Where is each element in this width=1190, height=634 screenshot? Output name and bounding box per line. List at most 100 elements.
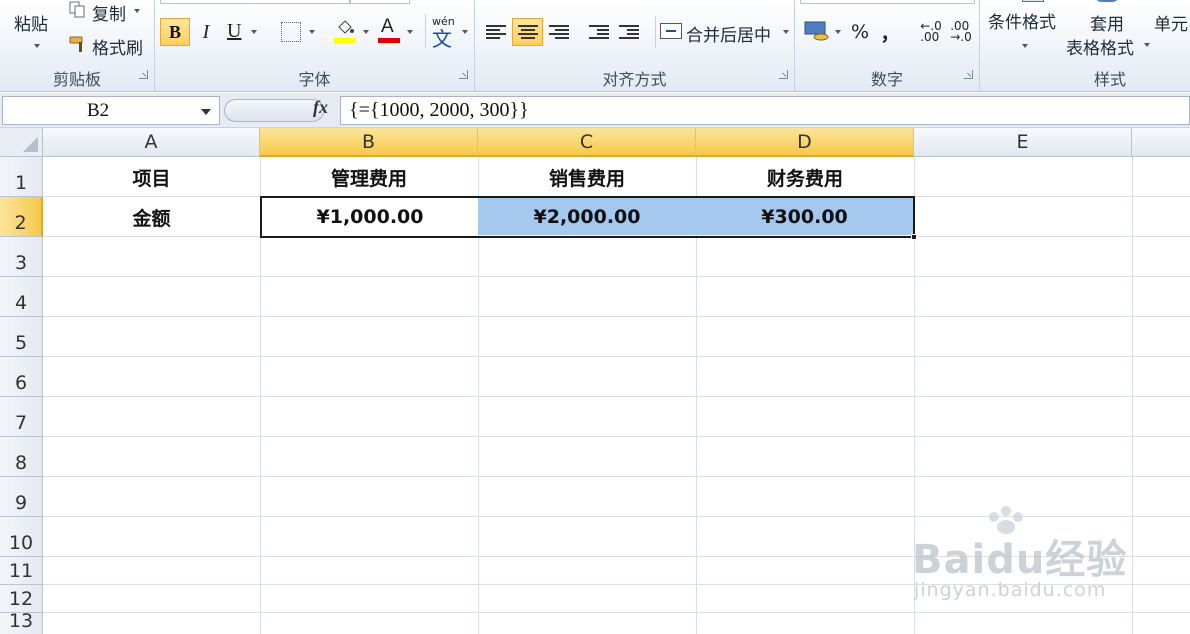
comma-button[interactable]: ，: [877, 18, 903, 46]
conditional-format-button[interactable]: 条件格式: [982, 0, 1066, 60]
alignment-launcher-icon[interactable]: [779, 70, 788, 79]
grid-line: [43, 476, 1190, 477]
copy-label: 复制: [92, 5, 126, 25]
format-as-table-button[interactable]: 套用 表格格式: [1064, 0, 1154, 60]
clipboard-group: 粘贴 复制 格式刷 剪贴板: [0, 0, 155, 92]
increase-decimal-icon: ←.0.00: [920, 19, 942, 44]
row-header-11[interactable]: 11: [0, 557, 43, 585]
styles-group-label: 样式: [1093, 70, 1126, 89]
cell-b1[interactable]: 管理费用: [260, 157, 478, 197]
increase-decimal-button[interactable]: ←.0.00: [917, 18, 945, 46]
row-header-12[interactable]: 12: [0, 585, 43, 613]
formula-input[interactable]: {={1000, 2000, 300}}: [340, 96, 1190, 125]
font-size-box[interactable]: [350, 0, 410, 4]
name-box-dropdown-icon[interactable]: [201, 109, 211, 115]
row-header-1[interactable]: 1: [0, 157, 43, 197]
cell-a1[interactable]: 项目: [43, 157, 260, 197]
font-color-glyph: A: [381, 16, 394, 37]
ribbon: 粘贴 复制 格式刷 剪贴板 B I U A wén 文 字体 合并后居中 对齐方…: [0, 0, 1190, 92]
merge-center-icon: [660, 23, 682, 39]
font-name-box[interactable]: [160, 0, 350, 4]
number-format-box[interactable]: [800, 0, 975, 4]
clipboard-launcher-icon[interactable]: [139, 70, 148, 79]
phonetic-button[interactable]: wén 文: [425, 14, 473, 51]
select-all-corner[interactable]: [0, 128, 43, 157]
alignment-group-label: 对齐方式: [602, 70, 667, 89]
format-as-table-dropdown-icon: [1144, 43, 1150, 47]
format-painter-icon: [68, 34, 88, 54]
column-header-a[interactable]: A: [43, 128, 260, 157]
format-as-table-label-line1: 套用: [1090, 15, 1124, 35]
number-group: % ， ←.0.00 .00 →.0 数字: [795, 0, 980, 92]
cell-a2[interactable]: 金额: [43, 197, 260, 237]
border-button[interactable]: [277, 18, 317, 46]
font-color-button[interactable]: A: [375, 16, 417, 46]
column-header-f[interactable]: [1132, 128, 1190, 157]
name-box[interactable]: B2: [2, 96, 220, 125]
underline-dropdown-icon: [251, 30, 257, 34]
align-right-button[interactable]: [544, 18, 574, 46]
column-header-d[interactable]: D: [696, 128, 914, 157]
row-header-7[interactable]: 7: [0, 397, 43, 437]
formula-bar-resize-handle[interactable]: [224, 99, 324, 122]
format-painter-label: 格式刷: [92, 39, 143, 59]
insert-function-icon[interactable]: fx: [313, 97, 328, 118]
currency-icon: [804, 20, 830, 46]
cell-c1[interactable]: 销售费用: [478, 157, 696, 197]
percent-button[interactable]: %: [847, 18, 873, 46]
merge-center-button[interactable]: 合并后居中: [655, 16, 791, 48]
align-center-button[interactable]: [512, 18, 543, 46]
row-header-8[interactable]: 8: [0, 437, 43, 477]
currency-button[interactable]: [801, 16, 843, 48]
column-header-e[interactable]: E: [914, 128, 1132, 157]
font-color-bar: [378, 38, 400, 43]
row-header-3[interactable]: 3: [0, 237, 43, 277]
format-as-table-icon: [1094, 0, 1120, 2]
font-launcher-icon[interactable]: [459, 70, 468, 79]
conditional-format-dropdown-icon: [1022, 44, 1028, 48]
cell-d1[interactable]: 财务费用: [696, 157, 914, 197]
paste-dropdown-icon: [34, 44, 40, 48]
align-left-icon: [486, 25, 506, 39]
paste-label: 粘贴: [14, 15, 48, 35]
align-left-button[interactable]: [481, 18, 511, 46]
row-header-10[interactable]: 10: [0, 517, 43, 557]
border-dropdown-icon: [309, 30, 315, 34]
grid-line: [43, 276, 1190, 277]
phonetic-char: 文: [432, 27, 452, 51]
bold-button[interactable]: B: [160, 18, 190, 46]
column-header-c[interactable]: C: [478, 128, 696, 157]
decrease-indent-button[interactable]: [585, 18, 613, 46]
fill-handle[interactable]: [911, 234, 917, 240]
number-launcher-icon[interactable]: [964, 70, 973, 79]
conditional-format-label: 条件格式: [988, 13, 1056, 33]
align-right-icon: [549, 25, 569, 39]
copy-icon: [68, 1, 86, 19]
column-header-b[interactable]: B: [260, 128, 478, 157]
row-header-5[interactable]: 5: [0, 317, 43, 357]
underline-button[interactable]: U: [223, 18, 259, 46]
currency-dropdown-icon: [835, 30, 841, 34]
format-as-table-label-line2: 表格格式: [1066, 39, 1134, 59]
decrease-decimal-button[interactable]: .00 →.0: [947, 18, 975, 46]
increase-indent-icon: [619, 25, 639, 39]
row-header-13[interactable]: 13: [0, 610, 43, 634]
cell-styles-button[interactable]: 单元: [1152, 0, 1190, 60]
phonetic-dropdown-icon: [462, 30, 468, 34]
grid-line: [43, 396, 1190, 397]
copy-button[interactable]: 复制: [66, 0, 146, 25]
paste-button[interactable]: 粘贴: [6, 0, 56, 60]
row-header-2[interactable]: 2: [0, 197, 43, 237]
format-painter-button[interactable]: 格式刷: [66, 32, 150, 59]
italic-button[interactable]: I: [195, 18, 217, 46]
grid-line: [43, 316, 1190, 317]
styles-group: 条件格式 套用 表格格式 单元 样式: [980, 0, 1190, 92]
row-header-4[interactable]: 4: [0, 277, 43, 317]
increase-indent-button[interactable]: [615, 18, 643, 46]
baidu-watermark: Baidu经验 jingyan.baidu.com: [912, 505, 1152, 615]
row-header-6[interactable]: 6: [0, 357, 43, 397]
row-header-9[interactable]: 9: [0, 477, 43, 517]
fill-color-button[interactable]: [331, 16, 373, 46]
font-color-dropdown-icon: [407, 30, 413, 34]
name-box-value: B2: [87, 100, 110, 121]
